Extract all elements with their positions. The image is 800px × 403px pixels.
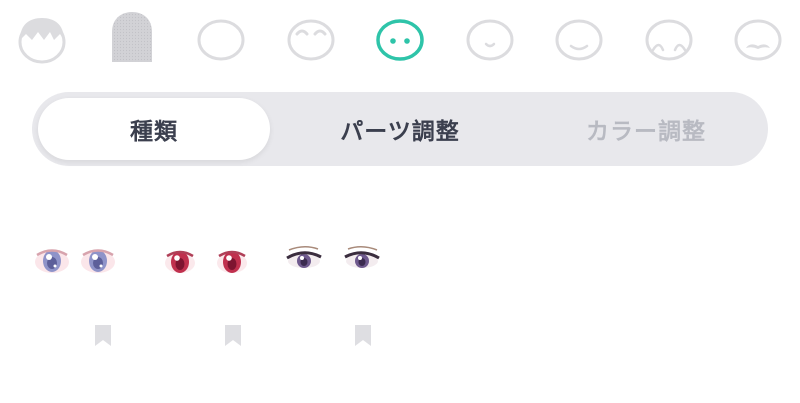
bookmark-icon[interactable] [353, 324, 373, 348]
category-hair-back[interactable] [100, 6, 164, 70]
category-face-outline[interactable] [189, 6, 253, 70]
face-outline-icon [197, 19, 245, 61]
category-mustache[interactable] [726, 6, 790, 70]
mouth-icon [555, 19, 603, 61]
mustache-icon [734, 19, 782, 61]
category-nose[interactable] [458, 6, 522, 70]
avatar-editor-screen: 種類 パーツ調整 カラー調整 [0, 0, 800, 403]
tab-color-adjust[interactable]: カラー調整 [530, 98, 762, 160]
tab-type[interactable]: 種類 [38, 98, 270, 160]
bookmark-icon[interactable] [223, 324, 243, 348]
category-mouth[interactable] [547, 6, 611, 70]
category-hair-front[interactable] [10, 6, 74, 70]
eye-preview-image [165, 250, 247, 273]
eye-style-violet-lashed[interactable] [280, 228, 402, 356]
eye-preview-image [35, 249, 115, 273]
tab-bar: 種類 パーツ調整 カラー調整 [32, 92, 768, 166]
eye-preview-image [286, 246, 380, 268]
category-face-expression[interactable] [637, 6, 701, 70]
hair-front-icon [18, 18, 66, 64]
category-strip [0, 6, 800, 70]
category-eyebrows[interactable] [279, 6, 343, 70]
eyebrows-icon [287, 19, 335, 61]
eye-style-blue-sparkle[interactable] [20, 228, 142, 356]
hair-back-icon [112, 12, 152, 62]
bookmark-icon[interactable] [93, 324, 113, 348]
eye-style-crimson[interactable] [150, 228, 272, 356]
category-eyes[interactable] [368, 6, 432, 70]
tab-parts-adjust[interactable]: パーツ調整 [284, 98, 516, 160]
nose-icon [466, 19, 514, 61]
face-expression-icon [645, 19, 693, 61]
eyes-icon [376, 19, 424, 61]
